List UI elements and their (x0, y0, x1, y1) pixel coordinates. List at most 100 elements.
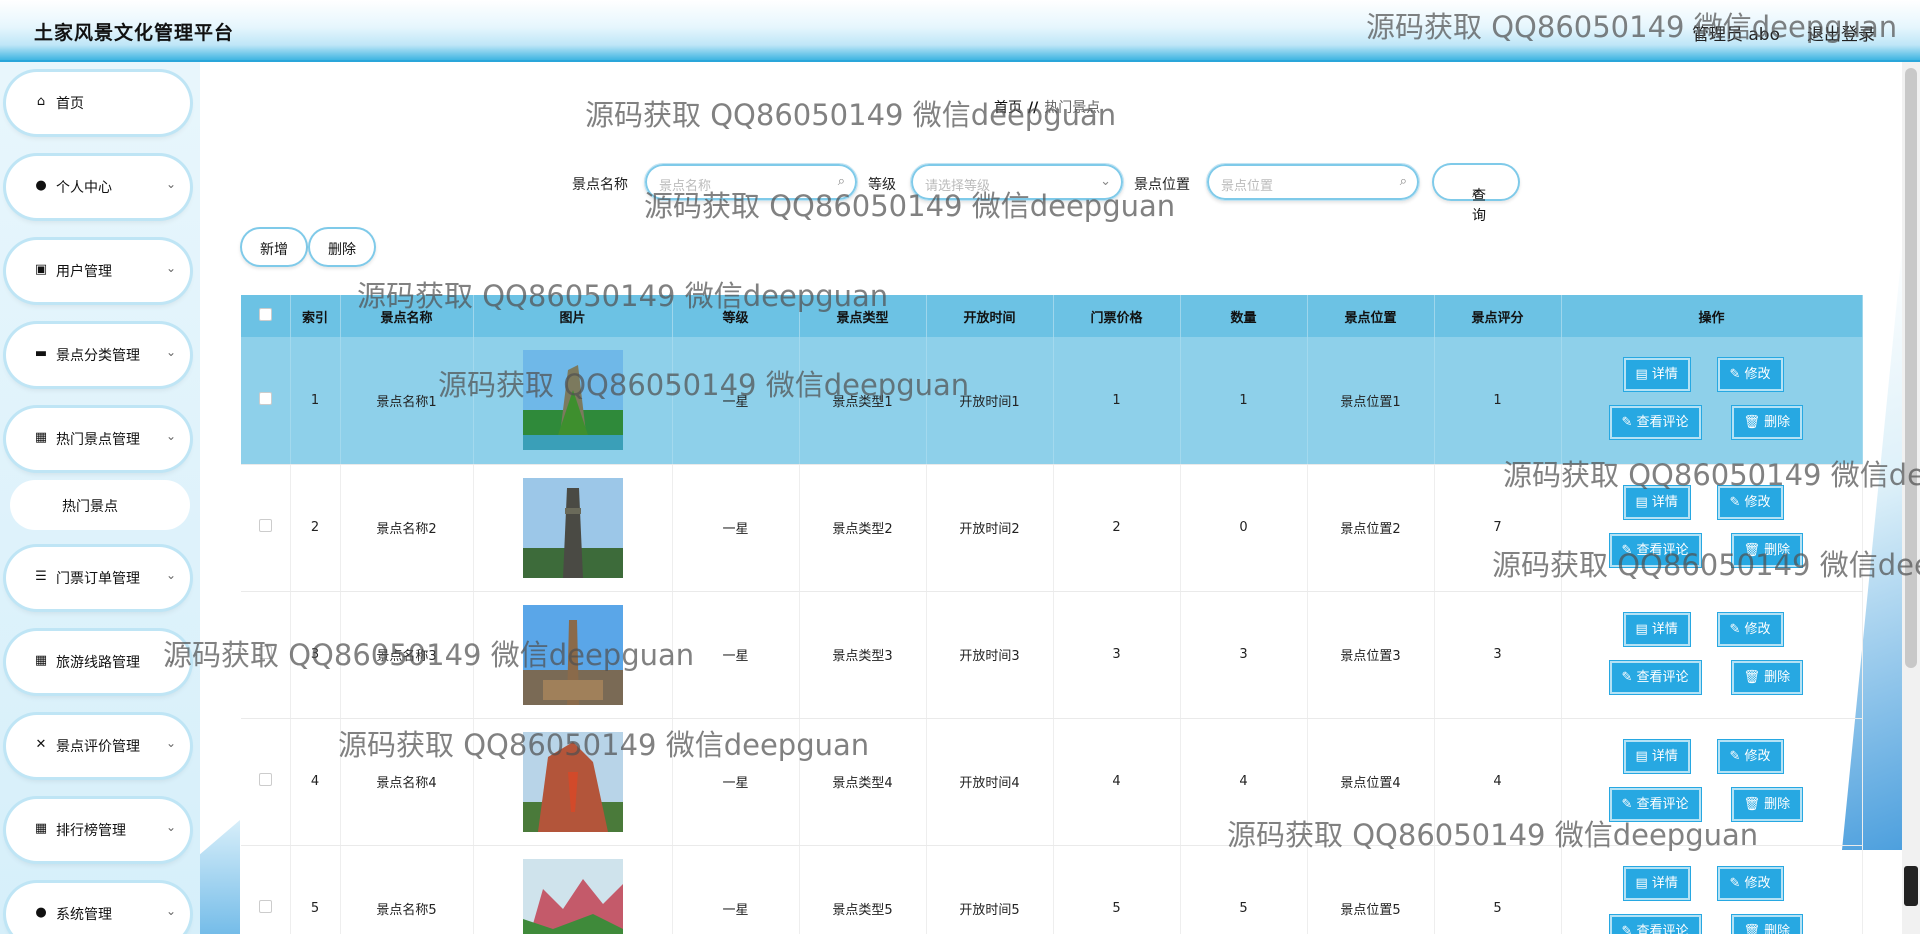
sidebar-item-reviews[interactable]: ✕ 景点评价管理 ⌄ (6, 715, 190, 777)
view-reviews-button[interactable]: ✎ 查看评论 (1609, 660, 1701, 694)
table-row[interactable]: 1 景点名称1 一星 景点类型1 开放时间1 1 1 景点位置1 1 ▤ 详情 … (241, 337, 1863, 465)
delete-button[interactable]: 🗑 删除 (1731, 914, 1803, 934)
cell-quantity: 1 (1180, 337, 1308, 465)
sidebar-item-home[interactable]: ⌂ 首页 (6, 72, 190, 134)
cell-name: 景点名称4 (340, 718, 474, 846)
cell-type: 景点类型2 (799, 464, 927, 592)
breadcrumb-home[interactable]: 首页 (994, 100, 1022, 116)
delete-button[interactable]: 🗑 删除 (1731, 533, 1803, 567)
placeholder: 景点名称 (659, 179, 712, 194)
detail-button[interactable]: ▤ 详情 (1623, 485, 1690, 519)
col-header: 图片 (473, 295, 673, 337)
cell-level: 一星 (672, 337, 800, 465)
sidebar-item-travel-routes[interactable]: ▦ 旅游线路管理 ⌄ (6, 631, 190, 693)
view-reviews-button[interactable]: ✎ 查看评论 (1609, 787, 1701, 821)
cell-price: 4 (1053, 718, 1181, 846)
spot-image (522, 350, 623, 451)
row-checkbox[interactable] (258, 519, 272, 532)
view-reviews-button[interactable]: ✎ 查看评论 (1609, 914, 1701, 934)
sidebar-item-hot-spots-management[interactable]: ▦ 热门景点管理 ⌄ (6, 408, 190, 470)
cell-score: 5 (1434, 845, 1562, 934)
edit-button[interactable]: ✎ 修改 (1717, 358, 1783, 391)
table-row[interactable]: 4 景点名称4 一星 景点类型4 开放时间4 4 4 景点位置4 4 ▤ 详情 … (241, 718, 1863, 846)
cell-index: 1 (290, 337, 341, 465)
scroll-handle[interactable] (1904, 866, 1918, 906)
sidebar-subitem-hot-spots[interactable]: 热门景点 (10, 480, 190, 530)
row-checkbox[interactable] (258, 391, 272, 405)
detail-button[interactable]: ▤ 详情 (1623, 739, 1690, 773)
query-button[interactable]: 查询 ⌕ (1432, 163, 1520, 224)
cell-open-time: 开放时间5 (926, 845, 1054, 934)
home-icon: ⌂ (36, 94, 46, 109)
sidebar-item-system[interactable]: ● 系统管理 ⌄ (6, 883, 190, 934)
table-row[interactable]: 2 景点名称2 一星 景点类型2 开放时间2 2 0 景点位置2 7 ▤ 详情 … (241, 464, 1863, 592)
sidebar-item-rankings[interactable]: ▦ 排行榜管理 ⌄ (6, 799, 190, 861)
sidebar-item-ticket-orders[interactable]: ☰ 门票订单管理 ⌄ (6, 547, 190, 609)
spot-image (522, 731, 623, 832)
cell-quantity: 0 (1180, 464, 1308, 592)
breadcrumb-separator: // (1028, 100, 1039, 116)
cell-quantity: 4 (1180, 718, 1308, 846)
edit-button[interactable]: ✎ 修改 (1717, 485, 1783, 519)
delete-button[interactable]: 🗑 删除 (1731, 660, 1803, 694)
location-search-input[interactable]: 景点位置 ⌕ (1206, 163, 1420, 201)
table-row[interactable]: 3 景点名称3 一星 景点类型3 开放时间3 3 3 景点位置3 3 ▤ 详情 … (241, 591, 1863, 719)
cell-quantity: 5 (1180, 845, 1308, 934)
row-checkbox[interactable] (258, 773, 272, 786)
cell-location: 景点位置2 (1307, 464, 1435, 592)
breadcrumb: 首页 // 热门景点 (994, 97, 1100, 117)
detail-button[interactable]: ▤ 详情 (1623, 358, 1690, 391)
logout-link[interactable]: 退出登录 (1807, 20, 1875, 45)
cell-index: 3 (290, 591, 341, 719)
add-button[interactable]: 新增 (240, 227, 308, 267)
sidebar-item-label: 系统管理 (56, 907, 112, 923)
name-search-input[interactable]: 景点名称 ⌕ (644, 163, 858, 201)
row-checkbox[interactable] (258, 646, 272, 659)
cell-name: 景点名称3 (340, 591, 474, 719)
delete-button[interactable]: 🗑 删除 (1731, 787, 1803, 821)
col-header: 门票价格 (1053, 295, 1181, 337)
grid-icon: ▦ (34, 430, 48, 445)
view-reviews-button[interactable]: ✎ 查看评论 (1609, 533, 1701, 567)
edit-button[interactable]: ✎ 修改 (1717, 866, 1783, 900)
view-reviews-button[interactable]: ✎ 查看评论 (1609, 406, 1701, 439)
level-select[interactable]: 请选择等级 ⌄ (910, 163, 1124, 201)
batch-delete-button[interactable]: 删除 (308, 227, 376, 267)
table-row[interactable]: 5 景点名称5 一星 景点类型5 开放时间5 5 5 景点位置5 5 ▤ 详情 … (241, 845, 1863, 934)
col-header: 索引 (290, 295, 341, 337)
cell-operations: ▤ 详情 ✎ 修改 ✎ 查看评论 🗑 删除 (1561, 591, 1863, 719)
bow-icon: ✕ (35, 737, 47, 752)
chevron-down-icon: ⌄ (165, 429, 176, 443)
spot-image (522, 604, 623, 705)
sidebar-item-personal-center[interactable]: ● 个人中心 ⌄ (6, 156, 190, 218)
select-all-cell[interactable] (241, 295, 291, 337)
cell-location: 景点位置3 (1307, 591, 1435, 719)
edit-button[interactable]: ✎ 修改 (1717, 739, 1783, 773)
cell-score: 1 (1434, 337, 1562, 465)
sidebar-item-user-management[interactable]: ▣ 用户管理 ⌄ (6, 240, 190, 302)
sidebar-item-label: 景点分类管理 (56, 348, 140, 364)
col-header: 景点评分 (1434, 295, 1562, 337)
table-header-row: 索引 景点名称 图片 等级 景点类型 开放时间 门票价格 数量 景点位置 景点评… (241, 295, 1863, 337)
chevron-down-icon: ⌄ (165, 652, 176, 666)
cell-level: 一星 (672, 718, 800, 846)
cell-location: 景点位置5 (1307, 845, 1435, 934)
cell-type: 景点类型4 (799, 718, 927, 846)
sidebar-item-category-management[interactable]: ▬ 景点分类管理 ⌄ (6, 324, 190, 386)
select-all-checkbox[interactable] (258, 307, 272, 321)
sidebar-item-label: 景点评价管理 (56, 739, 140, 755)
chevron-down-icon: ⌄ (165, 736, 176, 750)
delete-button[interactable]: 🗑 删除 (1731, 406, 1803, 439)
col-header: 景点类型 (799, 295, 927, 337)
row-checkbox[interactable] (258, 900, 272, 913)
current-user: 管理员 abo (1691, 25, 1780, 45)
sliders-icon: ☰ (35, 569, 47, 584)
cell-index: 5 (290, 845, 341, 934)
scrollbar[interactable] (1902, 62, 1920, 934)
scroll-thumb[interactable] (1905, 68, 1917, 668)
cell-operations: ▤ 详情 ✎ 修改 ✎ 查看评论 🗑 删除 (1561, 464, 1863, 592)
chevron-down-icon: ⌄ (165, 345, 176, 359)
edit-button[interactable]: ✎ 修改 (1717, 612, 1783, 646)
detail-button[interactable]: ▤ 详情 (1623, 866, 1690, 900)
detail-button[interactable]: ▤ 详情 (1623, 612, 1690, 646)
